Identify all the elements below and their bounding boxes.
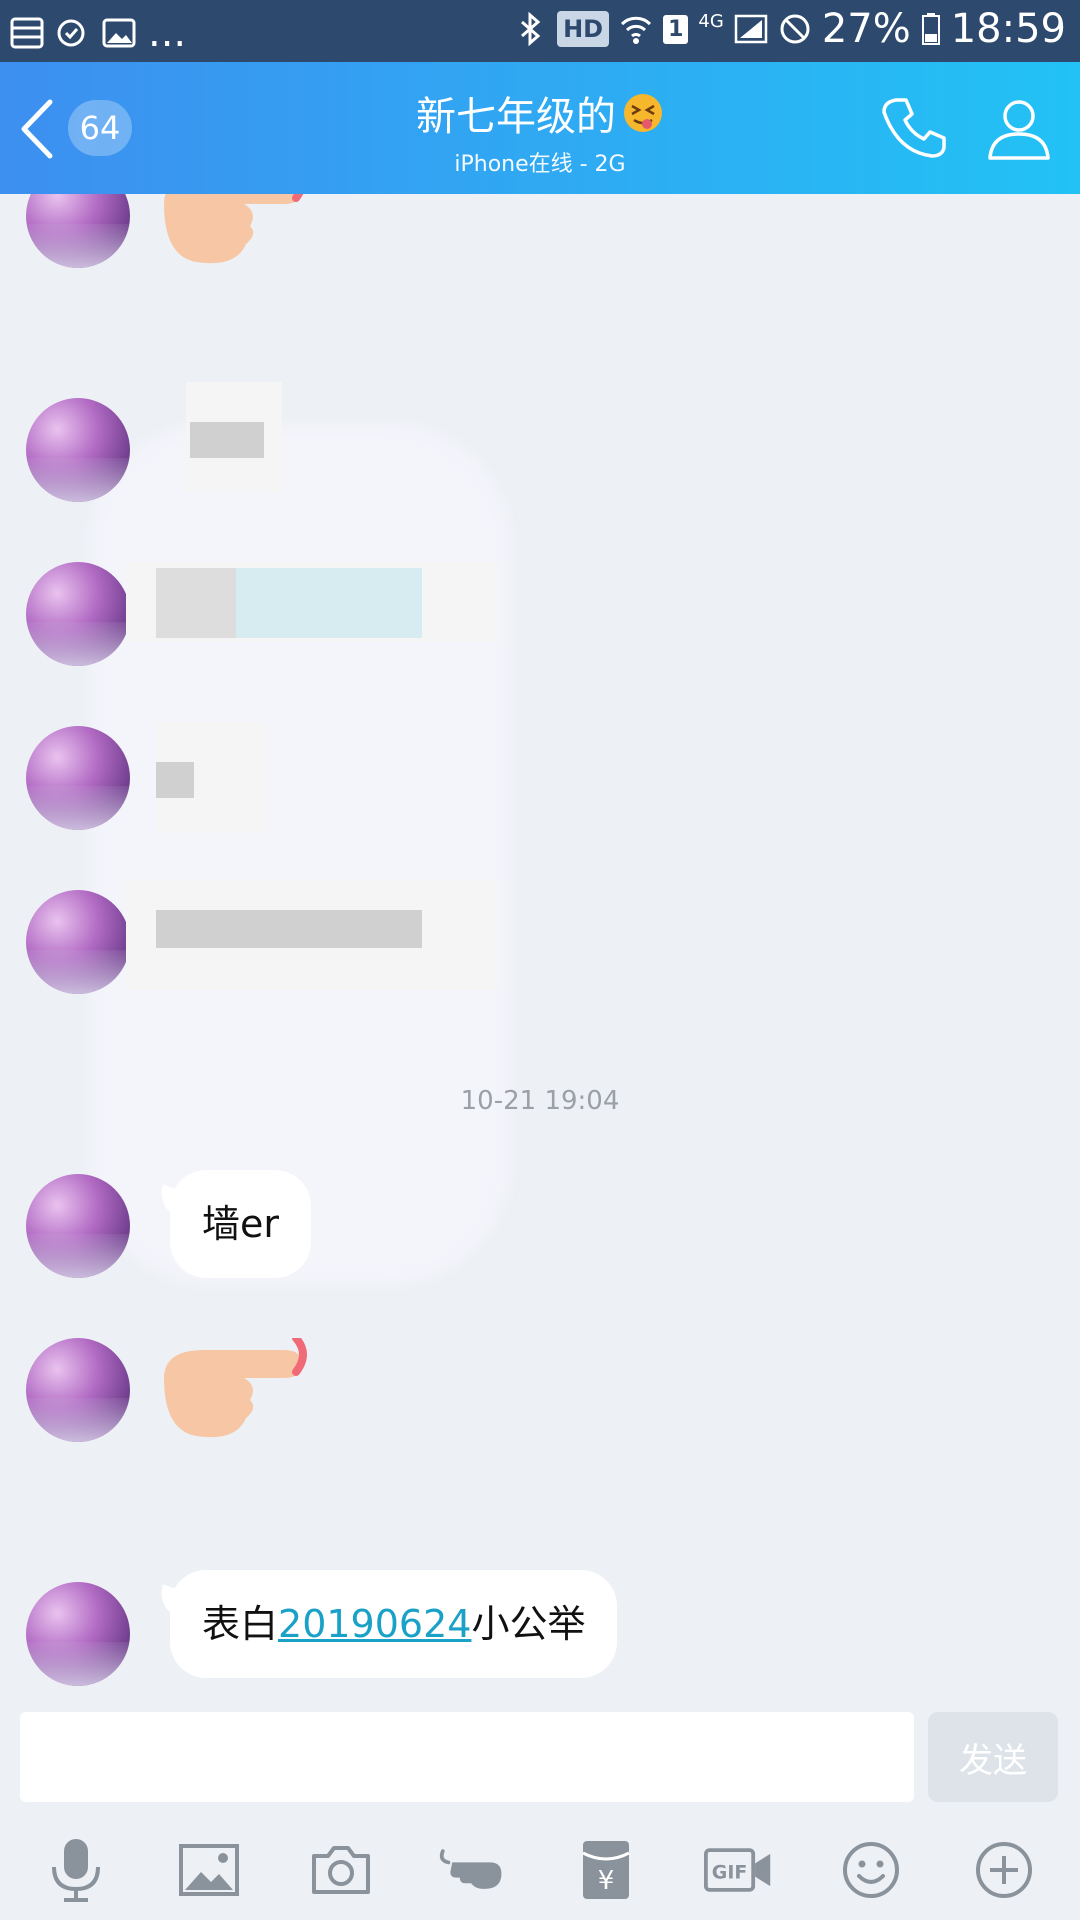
avatar[interactable] [26,562,130,666]
battery-icon [921,13,940,45]
sim-badge: 1 [663,14,689,44]
red-packet-button[interactable]: ¥ [571,1835,641,1905]
avatar[interactable] [26,1582,130,1686]
redacted-text [156,762,194,798]
chat-title: 新七年级的 [416,94,616,140]
person-icon [988,100,1050,160]
profile-button[interactable] [986,96,1052,162]
emoji-icon [843,1842,900,1898]
storage-icon [10,17,44,49]
chat-header: 64 新七年级的 iPhone在线 - 2G [0,62,1080,194]
voice-button[interactable] [41,1835,111,1905]
gif-button[interactable]: GIF [703,1835,774,1905]
message-bubble[interactable]: 表白20190624小公举 [170,1570,618,1678]
signal-icon [734,14,768,44]
message-timestamp: 10-21 19:04 [460,1086,620,1116]
avatar[interactable] [26,890,130,994]
redacted-text [190,422,264,458]
more-button[interactable] [969,1835,1039,1905]
status-bar: ... HD 1 4G 27% 18:59 [0,0,1080,62]
cleaner-icon [57,19,85,47]
microphone-icon [52,1839,101,1902]
message-text-suffix: 小公举 [471,1602,586,1646]
pointing-finger-sticker [164,194,304,264]
redacted-region [90,424,510,1284]
avatar[interactable] [26,398,130,502]
network-type: 4G [698,10,724,32]
input-toolbar: ¥ GIF [0,1820,1080,1920]
gif-icon: GIF [703,1848,770,1892]
message-text-prefix: 表白 [202,1602,279,1646]
message-bubble[interactable]: 墙er [170,1170,312,1278]
tongue-out-face-icon [624,94,662,132]
battery-percent: 27% [821,6,911,52]
call-button[interactable] [882,94,948,160]
poke-button[interactable] [439,1835,509,1905]
phone-icon [882,98,946,158]
wifi-icon [621,16,652,44]
camera-icon [312,1846,371,1894]
redacted-text [156,568,236,638]
plus-icon [975,1842,1032,1898]
avatar[interactable] [26,726,130,830]
chat-message-list[interactable]: 10-21 19:04 墙er 表白20190624小公举 [0,194,1080,1712]
redacted-text [156,910,422,948]
avatar[interactable] [26,1338,130,1442]
send-button[interactable]: 发送 [928,1712,1058,1802]
message-text: 墙er [202,1202,280,1246]
emoji-button[interactable] [836,1835,906,1905]
hd-badge: HD [557,11,610,47]
gallery-icon [102,18,136,48]
camera-button[interactable] [306,1835,376,1905]
do-not-disturb-icon [780,14,810,44]
image-icon [178,1844,239,1896]
message-input[interactable] [20,1712,914,1802]
redacted-text [236,568,422,638]
avatar[interactable] [26,194,130,268]
notification-ellipsis: ... [148,10,187,56]
avatar[interactable] [26,1174,130,1278]
svg-text:¥: ¥ [598,1866,615,1896]
bluetooth-icon [521,12,541,46]
svg-text:GIF: GIF [712,1862,747,1884]
red-packet-icon: ¥ [582,1841,630,1899]
photo-button[interactable] [174,1835,244,1905]
phone-number-link[interactable]: 20190624 [278,1602,471,1646]
clock: 18:59 [950,6,1066,52]
poke-icon [439,1849,502,1889]
pointing-finger-sticker[interactable] [154,1338,314,1448]
